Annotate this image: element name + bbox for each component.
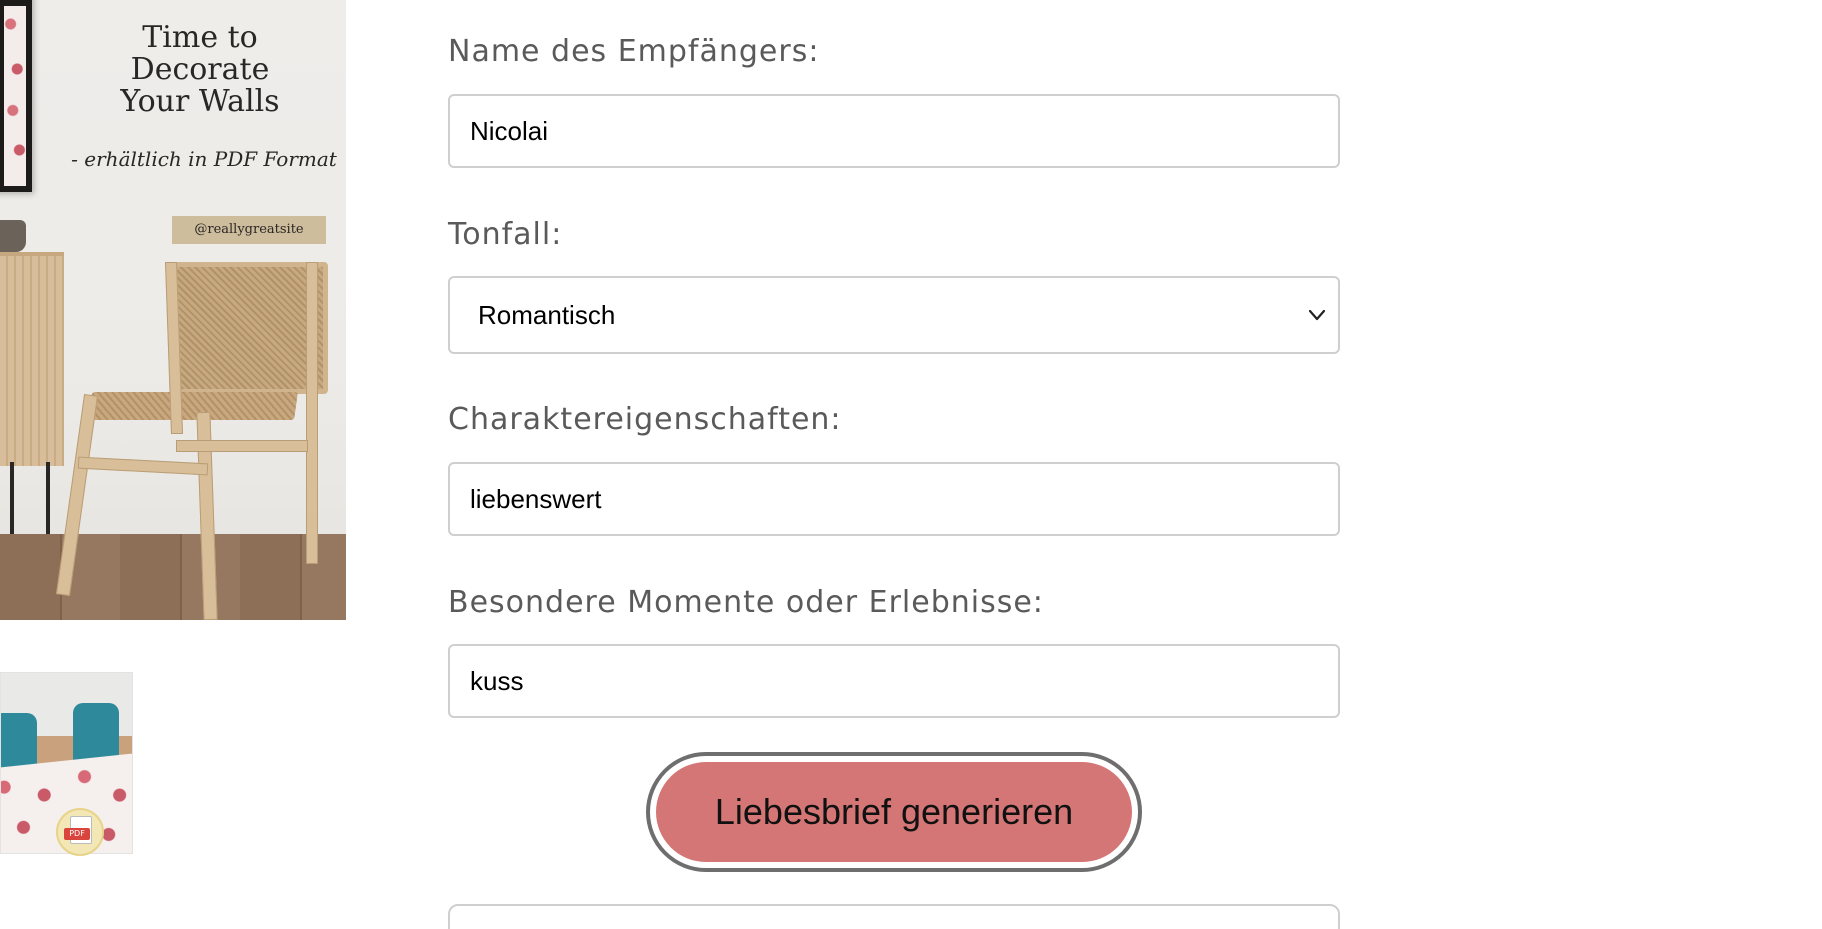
chair-backrest bbox=[172, 262, 328, 394]
poster-subline: - erhältlich in PDF Format bbox=[71, 147, 337, 171]
chevron-down-icon bbox=[1308, 309, 1326, 321]
letter-output-box[interactable] bbox=[448, 904, 1340, 929]
recipient-input[interactable] bbox=[448, 94, 1340, 168]
chair-back-leg bbox=[306, 262, 318, 564]
chair-rail bbox=[176, 440, 308, 452]
tone-selected-value: Romantisch bbox=[478, 300, 616, 330]
chair-rail bbox=[77, 456, 209, 476]
print-artwork bbox=[4, 6, 26, 186]
moments-input[interactable] bbox=[448, 644, 1340, 718]
poster-headline: Time to Decorate Your Walls bbox=[70, 22, 330, 118]
traits-input[interactable] bbox=[448, 462, 1340, 536]
generate-letter-button[interactable]: Liebesbrief generieren bbox=[656, 762, 1132, 862]
poster-headline-line1: Time to Decorate bbox=[130, 20, 270, 87]
chair-seat bbox=[88, 392, 298, 420]
moments-label: Besondere Momente oder Erlebnisse: bbox=[448, 585, 1044, 620]
generate-button-outline: Liebesbrief generieren bbox=[646, 752, 1142, 872]
recipient-label: Name des Empfängers: bbox=[448, 34, 820, 69]
poster-headline-line2: Your Walls bbox=[120, 84, 280, 119]
product-main-image[interactable]: Time to Decorate Your Walls - erhältlich… bbox=[0, 0, 346, 620]
pdf-badge-label: PDF bbox=[64, 828, 90, 840]
page: Time to Decorate Your Walls - erhältlich… bbox=[0, 0, 1822, 929]
framed-print bbox=[0, 0, 32, 192]
pdf-file-icon: PDF bbox=[56, 808, 104, 856]
poster-handle: @reallygreatsite bbox=[172, 216, 326, 244]
tone-select[interactable]: Romantisch bbox=[448, 276, 1340, 354]
vase-decoration bbox=[0, 220, 26, 252]
traits-label: Charaktereigenschaften: bbox=[448, 402, 842, 437]
wooden-floor bbox=[0, 534, 346, 620]
sideboard-decoration bbox=[0, 252, 64, 466]
tone-label: Tonfall: bbox=[448, 217, 563, 252]
